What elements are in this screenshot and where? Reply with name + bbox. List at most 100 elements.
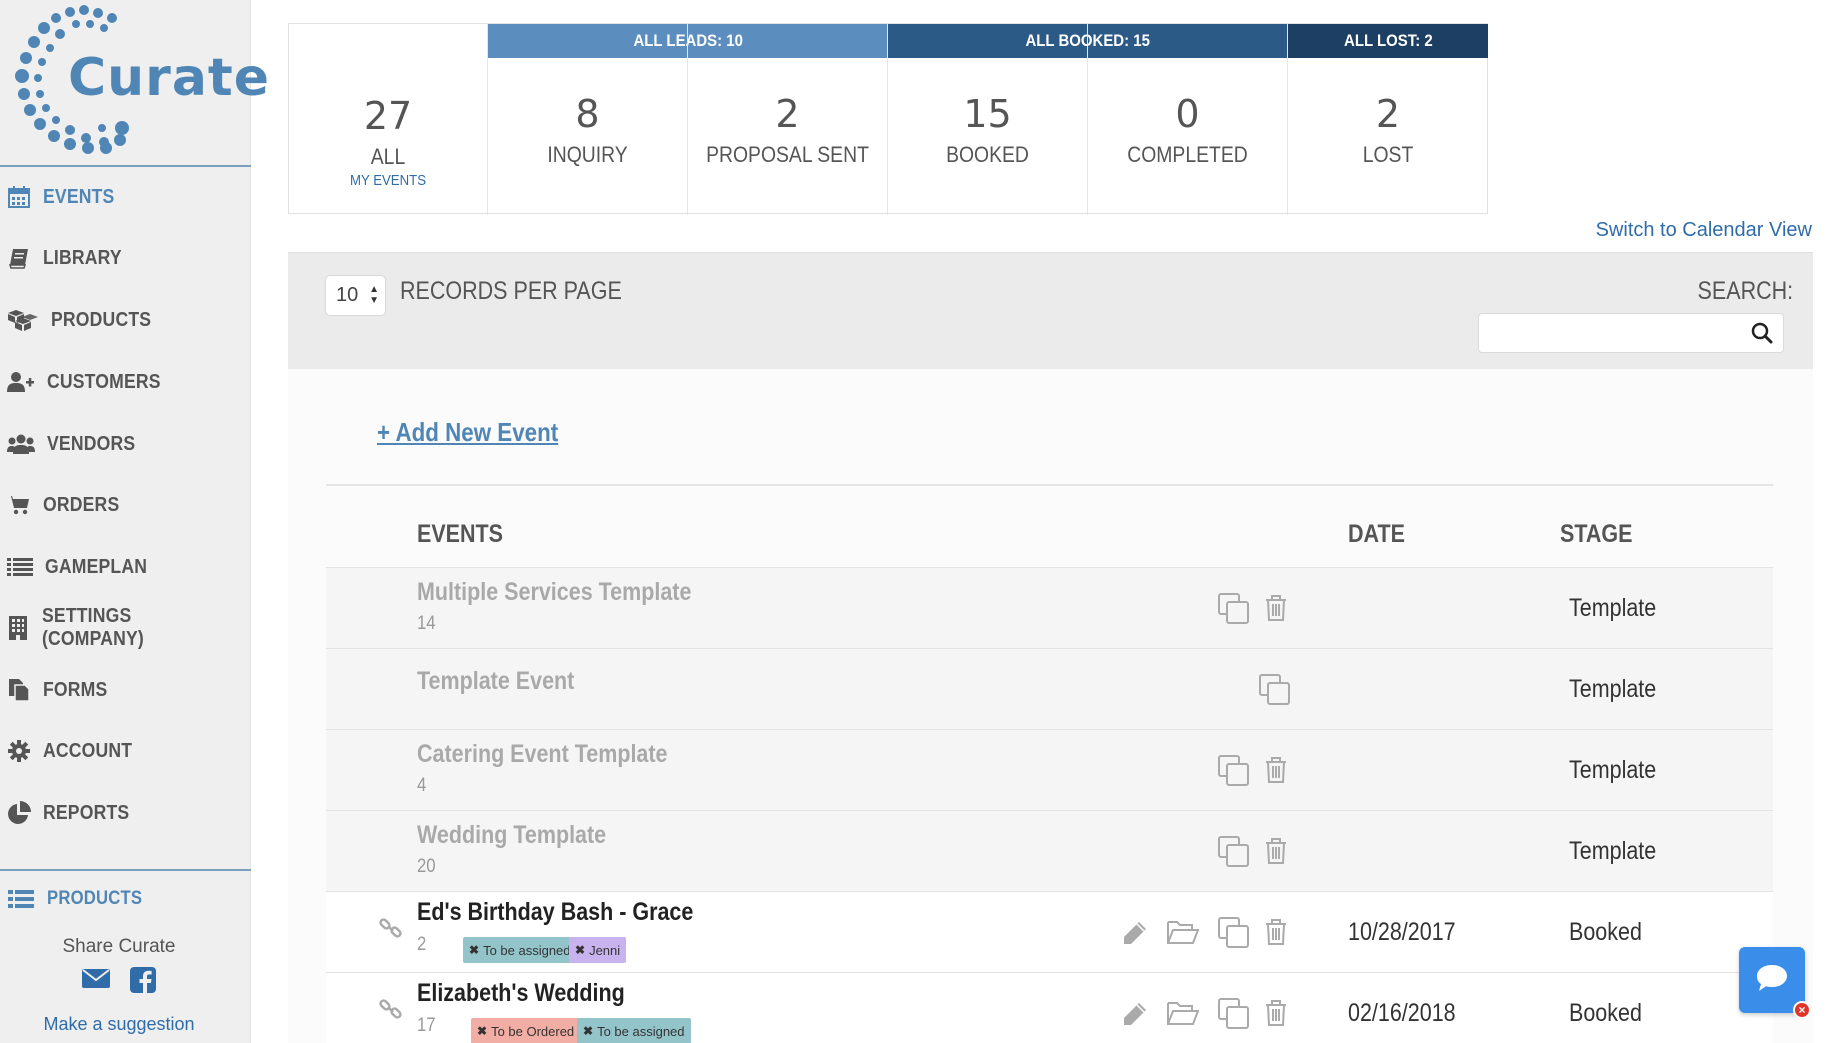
tag-to-be-assigned[interactable]: ✖ To be assigned — [577, 1018, 691, 1043]
sidebar-item-label: SETTINGS (COMPANY) — [41, 605, 144, 650]
stat-label: COMPLETED — [1127, 142, 1248, 167]
table-divider — [326, 484, 1773, 486]
close-icon[interactable]: × — [1793, 1001, 1811, 1019]
table-row[interactable]: Catering Event Template 4 Template — [326, 729, 1773, 810]
book-icon — [7, 246, 31, 270]
stat-count: 8 — [575, 92, 600, 136]
stat-proposal-sent[interactable]: 2 PROPOSAL SENT — [688, 24, 888, 215]
sidebar-item-customers[interactable]: CUSTOMERS — [0, 357, 251, 407]
pie-chart-icon — [7, 801, 31, 825]
sidebar-item-label: EVENTS — [43, 185, 115, 208]
chain-link-icon[interactable] — [378, 996, 404, 1027]
copy-icon[interactable] — [1218, 755, 1250, 792]
sidebar-item-gameplan[interactable]: GAMEPLAN — [0, 542, 251, 592]
sidebar-item-label: PRODUCTS — [47, 888, 143, 909]
search-icon[interactable] — [1751, 322, 1773, 349]
trash-icon[interactable] — [1264, 837, 1288, 870]
copy-icon[interactable] — [1218, 998, 1250, 1035]
column-header-stage[interactable]: STAGE — [1560, 520, 1632, 549]
records-per-page-label: RECORDS PER PAGE — [400, 277, 622, 305]
trash-icon[interactable] — [1264, 594, 1288, 627]
copy-icon[interactable] — [1218, 593, 1250, 630]
event-name[interactable]: Wedding Template — [417, 821, 606, 850]
chain-link-icon[interactable] — [378, 915, 404, 946]
pencil-icon[interactable] — [1121, 919, 1149, 952]
pencil-icon[interactable] — [1121, 1000, 1149, 1033]
records-per-page-select[interactable]: 10 ▲ ▼ — [325, 275, 386, 316]
records-per-page-value: 10 — [336, 284, 359, 306]
facebook-icon[interactable] — [130, 967, 156, 998]
sidebar-item-settings-company[interactable]: SETTINGS (COMPANY) — [0, 603, 251, 653]
stat-count: 27 — [363, 94, 413, 138]
stat-inquiry[interactable]: 8 INQUIRY — [488, 24, 688, 215]
building-icon — [7, 616, 30, 640]
table-row[interactable]: Ed's Birthday Bash - Grace 2 ✖ To be assi… — [326, 891, 1773, 972]
remove-tag-icon[interactable]: ✖ — [575, 943, 585, 957]
stat-lost[interactable]: 2 LOST — [1288, 24, 1488, 215]
tag-jenni[interactable]: ✖ Jenni — [569, 937, 627, 963]
chat-bubble-icon — [1755, 963, 1789, 998]
search-box — [1478, 313, 1784, 353]
event-count: 20 — [417, 856, 436, 877]
switch-to-calendar-link[interactable]: Switch to Calendar View — [1596, 219, 1812, 242]
table-row[interactable]: Multiple Services Template 14 Template — [326, 567, 1773, 648]
folder-open-icon[interactable] — [1167, 919, 1200, 950]
envelope-icon[interactable] — [82, 967, 110, 998]
sidebar-item-library[interactable]: LIBRARY — [0, 233, 251, 283]
column-header-date[interactable]: DATE — [1348, 520, 1405, 549]
trash-icon[interactable] — [1264, 999, 1288, 1032]
sidebar-item-label: ORDERS — [43, 493, 120, 516]
stat-count: 15 — [963, 92, 1012, 136]
trash-icon[interactable] — [1264, 756, 1288, 789]
trash-icon[interactable] — [1264, 918, 1288, 951]
event-name[interactable]: Catering Event Template — [417, 740, 668, 769]
stat-count: 0 — [1175, 92, 1200, 136]
column-header-events[interactable]: EVENTS — [417, 520, 503, 549]
files-icon — [7, 678, 31, 702]
sidebar-item-forms[interactable]: FORMS — [0, 665, 251, 715]
cart-icon — [7, 493, 31, 517]
sidebar-item-vendors[interactable]: VENDORS — [0, 419, 251, 469]
copy-icon[interactable] — [1259, 674, 1291, 711]
sidebar-divider — [0, 165, 251, 167]
my-events-link[interactable]: MY EVENTS — [301, 172, 475, 189]
remove-tag-icon[interactable]: ✖ — [477, 1024, 487, 1038]
sidebar-item-events[interactable]: EVENTS — [0, 172, 251, 222]
event-stage: Booked — [1569, 918, 1642, 946]
event-count: 4 — [417, 775, 427, 796]
event-name[interactable]: Template Event — [417, 667, 574, 696]
sidebar-item-products-secondary[interactable]: PRODUCTS — [0, 874, 251, 924]
table-row[interactable]: Wedding Template 20 Template — [326, 810, 1773, 891]
tag-to-be-assigned[interactable]: ✖ To be assigned — [463, 937, 577, 963]
make-suggestion-link[interactable]: Make a suggestion — [0, 1014, 238, 1035]
remove-tag-icon[interactable]: ✖ — [583, 1024, 593, 1038]
user-plus-icon — [7, 370, 35, 394]
list-icon — [7, 555, 33, 579]
sidebar-item-account[interactable]: ACCOUNT — [0, 726, 251, 776]
records-toolbar: 10 ▲ ▼ RECORDS PER PAGE SEARCH: — [288, 252, 1813, 369]
stat-all[interactable]: 27 ALL MY EVENTS — [289, 24, 488, 215]
table-row[interactable]: Template Event Template — [326, 648, 1773, 729]
tag-label: To be assigned — [597, 1023, 685, 1039]
event-name[interactable]: Multiple Services Template — [417, 578, 691, 607]
stat-count: 2 — [775, 92, 800, 136]
sidebar-item-products[interactable]: PRODUCTS — [0, 295, 251, 345]
sidebar-item-label: ACCOUNT — [43, 739, 133, 762]
event-name[interactable]: Ed's Birthday Bash - Grace — [417, 898, 693, 927]
folder-open-icon[interactable] — [1167, 1000, 1200, 1031]
sidebar-item-label: REPORTS — [43, 801, 130, 824]
stat-booked[interactable]: 15 BOOKED — [888, 24, 1088, 215]
logo[interactable]: Curate — [8, 4, 269, 154]
sidebar-item-reports[interactable]: REPORTS — [0, 788, 251, 838]
copy-icon[interactable] — [1218, 917, 1250, 954]
sidebar-item-orders[interactable]: ORDERS — [0, 480, 251, 530]
stat-completed[interactable]: 0 COMPLETED — [1088, 24, 1288, 215]
event-date: 10/28/2017 — [1348, 918, 1456, 946]
search-input[interactable] — [1487, 314, 1747, 350]
remove-tag-icon[interactable]: ✖ — [469, 943, 479, 957]
add-new-event-link[interactable]: + Add New Event — [377, 417, 558, 448]
table-row[interactable]: Elizabeth's Wedding 17 ✖ To be Ordered ✖ T… — [326, 972, 1773, 1043]
copy-icon[interactable] — [1218, 836, 1250, 873]
tag-to-be-ordered[interactable]: ✖ To be Ordered — [471, 1018, 581, 1043]
event-name[interactable]: Elizabeth's Wedding — [417, 979, 625, 1008]
